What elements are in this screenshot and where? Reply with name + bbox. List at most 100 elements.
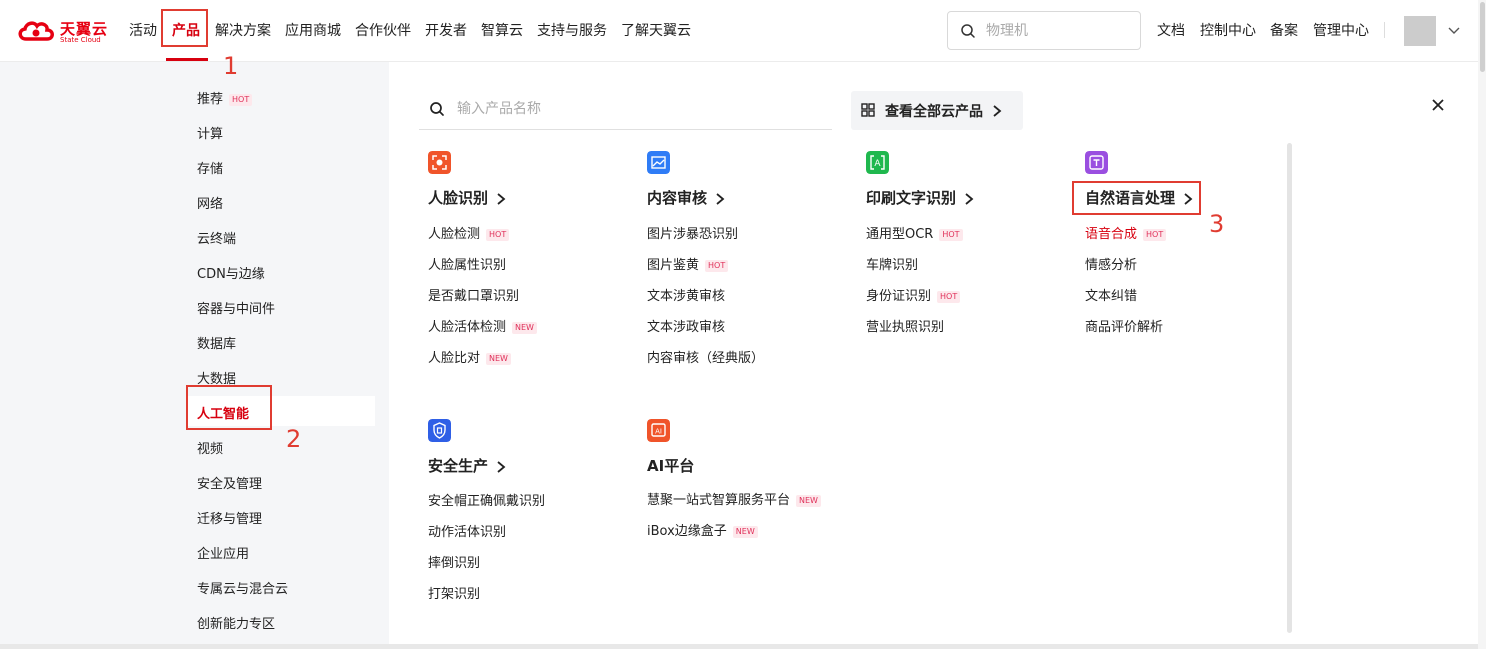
sidebar-item-container-middleware[interactable]: 容器与中间件 xyxy=(197,298,275,317)
annotation-number-2: 2 xyxy=(286,425,302,453)
link-filing[interactable]: 备案 xyxy=(1270,20,1298,40)
new-badge: NEW xyxy=(732,525,758,538)
sidebar-item-network[interactable]: 网络 xyxy=(197,193,223,212)
category-safety-production[interactable]: 安全生产 xyxy=(428,455,506,476)
sidebar-item-cdn-edge[interactable]: CDN与边缘 xyxy=(197,263,265,282)
sidebar-item-cloud-terminal[interactable]: 云终端 xyxy=(197,228,236,247)
svg-text:AI: AI xyxy=(655,428,662,436)
product-text-porn-review[interactable]: 文本涉黄审核 xyxy=(647,285,725,304)
annotation-number-1: 1 xyxy=(223,52,239,80)
product-face-detection[interactable]: 人脸检测 HOT xyxy=(428,223,510,242)
nav-ai-cloud[interactable]: 智算云 xyxy=(481,20,523,40)
link-console[interactable]: 控制中心 xyxy=(1200,20,1256,40)
link-management[interactable]: 管理中心 xyxy=(1313,20,1369,40)
sidebar-item-recommend[interactable]: 推荐 HOT xyxy=(197,88,253,107)
nav-about[interactable]: 了解天翼云 xyxy=(621,20,691,40)
product-label: 人脸活体检测 xyxy=(428,320,507,335)
product-search[interactable] xyxy=(419,92,832,130)
new-badge: NEW xyxy=(796,494,821,507)
chevron-right-icon xyxy=(965,192,974,205)
nav-partners[interactable]: 合作伙伴 xyxy=(355,20,411,40)
page-scrollbar-thumb[interactable] xyxy=(1480,2,1485,72)
sidebar-item-video[interactable]: 视频 xyxy=(197,438,223,457)
header-divider xyxy=(1384,22,1385,38)
ocr-icon: A xyxy=(866,151,889,174)
product-id-card-recognition[interactable]: 身份证识别 HOT xyxy=(866,285,961,304)
nav-activity[interactable]: 活动 xyxy=(129,20,157,40)
product-general-ocr[interactable]: 通用型OCR HOT xyxy=(866,223,963,242)
cloud-logo-icon xyxy=(18,21,54,41)
category-ai-platform[interactable]: AI平台 xyxy=(647,455,694,476)
panel-scrollbar[interactable] xyxy=(1287,143,1292,633)
product-label: 身份证识别 xyxy=(866,289,932,304)
header-search[interactable] xyxy=(947,11,1141,50)
category-ocr[interactable]: 印刷文字识别 xyxy=(866,187,974,208)
product-huiju-platform[interactable]: 慧聚一站式智算服务平台 NEW xyxy=(647,489,821,508)
category-content-moderation[interactable]: 内容审核 xyxy=(647,187,725,208)
view-all-products-button[interactable]: 查看全部云产品 xyxy=(851,91,1023,130)
sidebar-item-innovation-zone[interactable]: 创新能力专区 xyxy=(197,613,275,632)
product-action-liveness[interactable]: 动作活体识别 xyxy=(428,521,506,540)
product-search-input[interactable] xyxy=(457,99,817,119)
product-ibox-edge[interactable]: iBox边缘盒子 NEW xyxy=(647,520,758,539)
category-title: 安全生产 xyxy=(428,457,489,475)
product-label: 图片鉴黄 xyxy=(647,258,700,273)
product-helmet-detection[interactable]: 安全帽正确佩戴识别 xyxy=(428,490,545,509)
product-business-license[interactable]: 营业执照识别 xyxy=(866,316,944,335)
sidebar-item-database[interactable]: 数据库 xyxy=(197,333,236,352)
product-face-attributes[interactable]: 人脸属性识别 xyxy=(428,254,506,273)
image-review-icon xyxy=(647,151,670,174)
chevron-right-icon xyxy=(497,460,506,473)
sidebar-item-enterprise-apps[interactable]: 企业应用 xyxy=(197,543,249,562)
product-image-porn-detection[interactable]: 图片鉴黄 HOT xyxy=(647,254,729,273)
product-text-correction[interactable]: 文本纠错 xyxy=(1085,285,1137,304)
nav-solutions[interactable]: 解决方案 xyxy=(215,20,271,40)
face-scan-icon xyxy=(428,151,451,174)
category-title: 人脸识别 xyxy=(428,189,489,207)
page-scrollbar[interactable] xyxy=(1478,0,1486,649)
product-speech-synthesis[interactable]: 语音合成 HOT xyxy=(1085,223,1167,242)
product-label: 通用型OCR xyxy=(866,227,934,242)
close-icon[interactable] xyxy=(1429,96,1447,114)
product-review-parsing[interactable]: 商品评价解析 xyxy=(1085,316,1163,335)
nav-support[interactable]: 支持与服务 xyxy=(537,20,607,40)
product-label: 语音合成 xyxy=(1085,227,1138,242)
sidebar-item-compute[interactable]: 计算 xyxy=(197,123,223,142)
product-sentiment-analysis[interactable]: 情感分析 xyxy=(1085,254,1137,273)
sidebar-item-storage[interactable]: 存储 xyxy=(197,158,223,177)
ai-platform-icon: AI xyxy=(647,419,670,442)
sidebar-item-dedicated-hybrid-cloud[interactable]: 专属云与混合云 xyxy=(197,578,288,597)
header-search-input[interactable] xyxy=(986,21,1126,41)
product-label: 人脸比对 xyxy=(428,351,481,366)
category-title: 印刷文字识别 xyxy=(866,189,957,207)
product-face-compare[interactable]: 人脸比对 NEW xyxy=(428,347,511,366)
category-face-recognition[interactable]: 人脸识别 xyxy=(428,187,506,208)
nav-app-store[interactable]: 应用商城 xyxy=(285,20,341,40)
shield-icon xyxy=(428,419,451,442)
search-icon xyxy=(430,102,444,116)
product-face-liveness[interactable]: 人脸活体检测 NEW xyxy=(428,316,537,335)
chevron-down-icon[interactable] xyxy=(1447,24,1461,38)
product-text-politics-review[interactable]: 文本涉政审核 xyxy=(647,316,725,335)
sidebar-item-security-management[interactable]: 安全及管理 xyxy=(197,473,262,492)
product-content-review-classic[interactable]: 内容审核（经典版） xyxy=(647,347,764,366)
link-docs[interactable]: 文档 xyxy=(1157,20,1185,40)
product-mask-detection[interactable]: 是否戴口罩识别 xyxy=(428,285,519,304)
product-label: iBox边缘盒子 xyxy=(647,524,727,539)
hot-badge: HOT xyxy=(705,259,729,272)
category-title: 内容审核 xyxy=(647,189,708,207)
product-plate-recognition[interactable]: 车牌识别 xyxy=(866,254,918,273)
sidebar-item-label: 推荐 xyxy=(197,92,224,107)
brand-logo[interactable]: 天翼云 State Cloud xyxy=(16,17,108,45)
chevron-right-icon xyxy=(497,192,506,205)
product-image-terror-detection[interactable]: 图片涉暴恐识别 xyxy=(647,223,738,242)
sidebar-item-migration[interactable]: 迁移与管理 xyxy=(197,508,262,527)
nav-developers[interactable]: 开发者 xyxy=(425,20,467,40)
avatar[interactable] xyxy=(1404,16,1436,46)
new-badge: NEW xyxy=(512,321,537,334)
annotation-box-3 xyxy=(1072,181,1201,215)
svg-text:A: A xyxy=(874,159,881,169)
product-fight-detection[interactable]: 打架识别 xyxy=(428,583,480,602)
product-fall-detection[interactable]: 摔倒识别 xyxy=(428,552,480,571)
hot-badge: HOT xyxy=(486,228,510,241)
